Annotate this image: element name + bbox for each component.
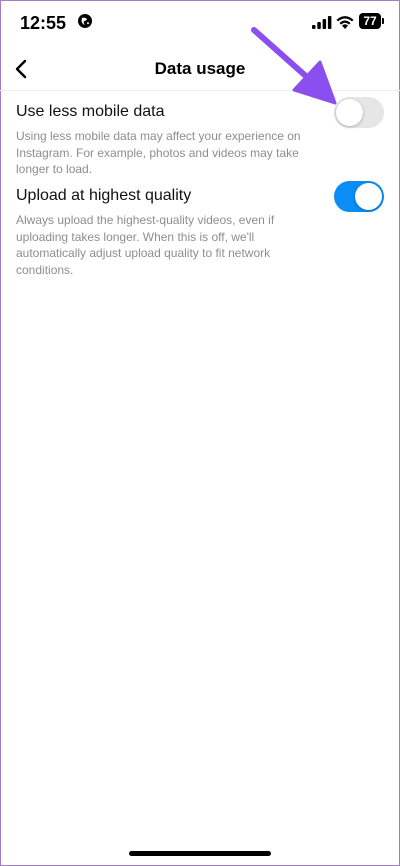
setting-description: Using less mobile data may affect your e… xyxy=(16,129,301,176)
status-bar: 12:55 77 xyxy=(0,0,400,48)
setting-upload-highest-quality: Upload at highest quality Always upload … xyxy=(16,181,384,277)
upload-highest-quality-toggle[interactable] xyxy=(334,181,384,212)
home-indicator[interactable] xyxy=(129,851,271,856)
navigation-header: Data usage xyxy=(0,48,400,91)
status-time: 12:55 xyxy=(20,13,67,33)
setting-description: Always upload the highest-quality videos… xyxy=(16,213,275,277)
page-title: Data usage xyxy=(154,59,246,78)
setting-use-less-mobile-data: Use less mobile data Using less mobile d… xyxy=(16,97,384,176)
toggle-knob xyxy=(355,183,382,210)
setting-title: Use less mobile data xyxy=(16,103,165,120)
battery-cap xyxy=(382,18,384,24)
cellular-signal-icon xyxy=(312,16,332,29)
globe-icon xyxy=(78,14,92,28)
toggle-knob xyxy=(336,99,363,126)
use-less-mobile-data-toggle[interactable] xyxy=(334,97,384,128)
wifi-icon xyxy=(336,16,354,29)
battery-icon: 77 xyxy=(359,13,381,29)
setting-title: Upload at highest quality xyxy=(16,187,192,204)
